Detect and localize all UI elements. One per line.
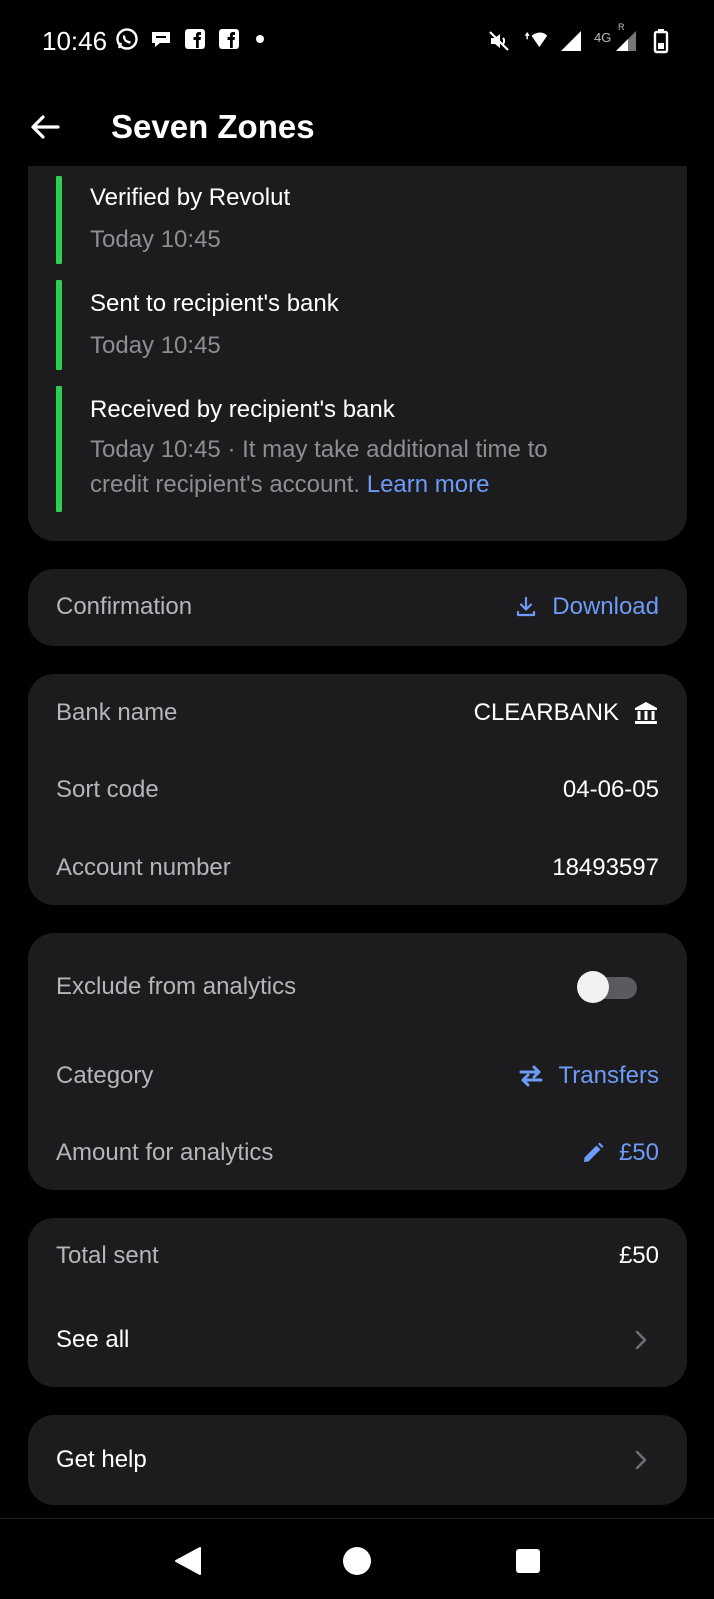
toggle-knob [577, 971, 609, 1003]
facebook-icon [216, 26, 242, 52]
timeline-status-bar [56, 386, 62, 512]
bank-name-value-group: CLEARBANK [474, 699, 659, 727]
bank-name-label: Bank name [56, 699, 178, 726]
system-icons: 4G R [486, 22, 674, 54]
bank-details-card: Bank name CLEARBANK Sort code 04-06-05 A… [28, 674, 687, 905]
system-navigation-bar [0, 1518, 714, 1599]
learn-more-link[interactable]: Learn more [367, 471, 490, 498]
exclude-analytics-label: Exclude from analytics [56, 973, 297, 1000]
whatsapp-icon [114, 26, 140, 52]
timeline-note: credit recipient's account. Learn more [90, 467, 489, 502]
circle-home-icon [343, 1547, 371, 1575]
chevron-right-icon [635, 1330, 647, 1350]
download-label: Download [552, 593, 659, 620]
see-all-label: See all [56, 1326, 130, 1353]
back-button[interactable] [24, 106, 66, 148]
exclude-analytics-toggle[interactable] [577, 971, 641, 1003]
amount-analytics-label: Amount for analytics [56, 1139, 274, 1166]
bank-name-row: Bank name CLEARBANK [56, 693, 659, 733]
timeline-title: Verified by Revolut [90, 184, 291, 211]
timeline-note-text: credit recipient's account. [90, 471, 361, 498]
nav-back-button[interactable] [166, 1539, 210, 1583]
signal-4g-icon: 4G R [594, 22, 638, 54]
account-number-row: Account number 18493597 [56, 848, 659, 888]
app-header: Seven Zones [0, 80, 714, 176]
category-label: Category [56, 1062, 154, 1089]
sort-code-label: Sort code [56, 776, 159, 803]
nav-recents-button[interactable] [506, 1539, 550, 1583]
total-sent-value: £50 [618, 1242, 659, 1269]
triangle-back-icon [175, 1547, 201, 1575]
get-help-label: Get help [56, 1446, 147, 1473]
total-sent-label: Total sent [56, 1242, 159, 1269]
status-bar: 10:46 4G R [0, 0, 714, 80]
confirmation-row: Confirmation Download [56, 587, 659, 627]
nav-home-button[interactable] [335, 1539, 379, 1583]
chevron-right-icon [635, 1450, 647, 1470]
download-icon [517, 596, 536, 617]
notification-icons [114, 26, 264, 52]
bank-building-icon [635, 702, 657, 724]
sort-code-row: Sort code 04-06-05 [56, 770, 659, 810]
transfer-arrows-icon [519, 1065, 543, 1087]
totals-card: Total sent £50 See all [28, 1218, 687, 1387]
download-button[interactable]: Download [514, 593, 659, 621]
confirmation-label: Confirmation [56, 593, 193, 620]
confirmation-card: Confirmation Download [28, 569, 687, 646]
timeline-status-bar [56, 280, 62, 370]
amount-analytics-button[interactable]: £50 [581, 1139, 659, 1167]
timeline-time: Today 10:45 · It may take additional tim… [90, 436, 548, 463]
timeline-time: Today 10:45 [90, 332, 221, 359]
sort-code-value[interactable]: 04-06-05 [563, 776, 659, 804]
chat-bubble-icon [148, 26, 174, 52]
help-card[interactable]: Get help [28, 1415, 687, 1505]
get-help-row[interactable]: Get help [56, 1440, 659, 1480]
analytics-card: Exclude from analytics Category Transfer… [28, 933, 687, 1190]
network-type-label: 4G [594, 30, 612, 45]
amount-analytics-value: £50 [618, 1139, 659, 1166]
status-time: 10:46 [42, 26, 108, 56]
more-notifications-dot [256, 35, 264, 43]
exclude-analytics-row: Exclude from analytics [56, 967, 659, 1007]
battery-icon [648, 28, 674, 54]
bank-name-value: CLEARBANK [473, 699, 619, 726]
timeline-title: Received by recipient's bank [90, 396, 395, 423]
wifi-icon [522, 28, 548, 54]
total-sent-row: Total sent £50 [56, 1236, 659, 1276]
page-title: Seven Zones [111, 108, 315, 145]
pencil-icon [583, 1142, 604, 1162]
transfer-timeline-card: Verified by Revolut Today 10:45 Sent to … [28, 166, 687, 541]
category-row: Category Transfers [56, 1056, 659, 1096]
category-value: Transfers [558, 1062, 659, 1089]
category-button[interactable]: Transfers [517, 1062, 659, 1090]
timeline-status-bar [56, 176, 62, 264]
arrow-left-icon [31, 115, 60, 139]
signal-icon [558, 28, 584, 54]
see-all-row[interactable]: See all [56, 1320, 659, 1360]
amount-analytics-row: Amount for analytics £50 [56, 1133, 659, 1173]
timeline-time: Today 10:45 [90, 226, 221, 253]
account-number-value[interactable]: 18493597 [552, 854, 659, 882]
square-recents-icon [516, 1549, 540, 1573]
account-number-label: Account number [56, 854, 231, 881]
timeline-title: Sent to recipient's bank [90, 290, 339, 317]
mute-icon [486, 28, 512, 54]
facebook-icon [182, 26, 208, 52]
